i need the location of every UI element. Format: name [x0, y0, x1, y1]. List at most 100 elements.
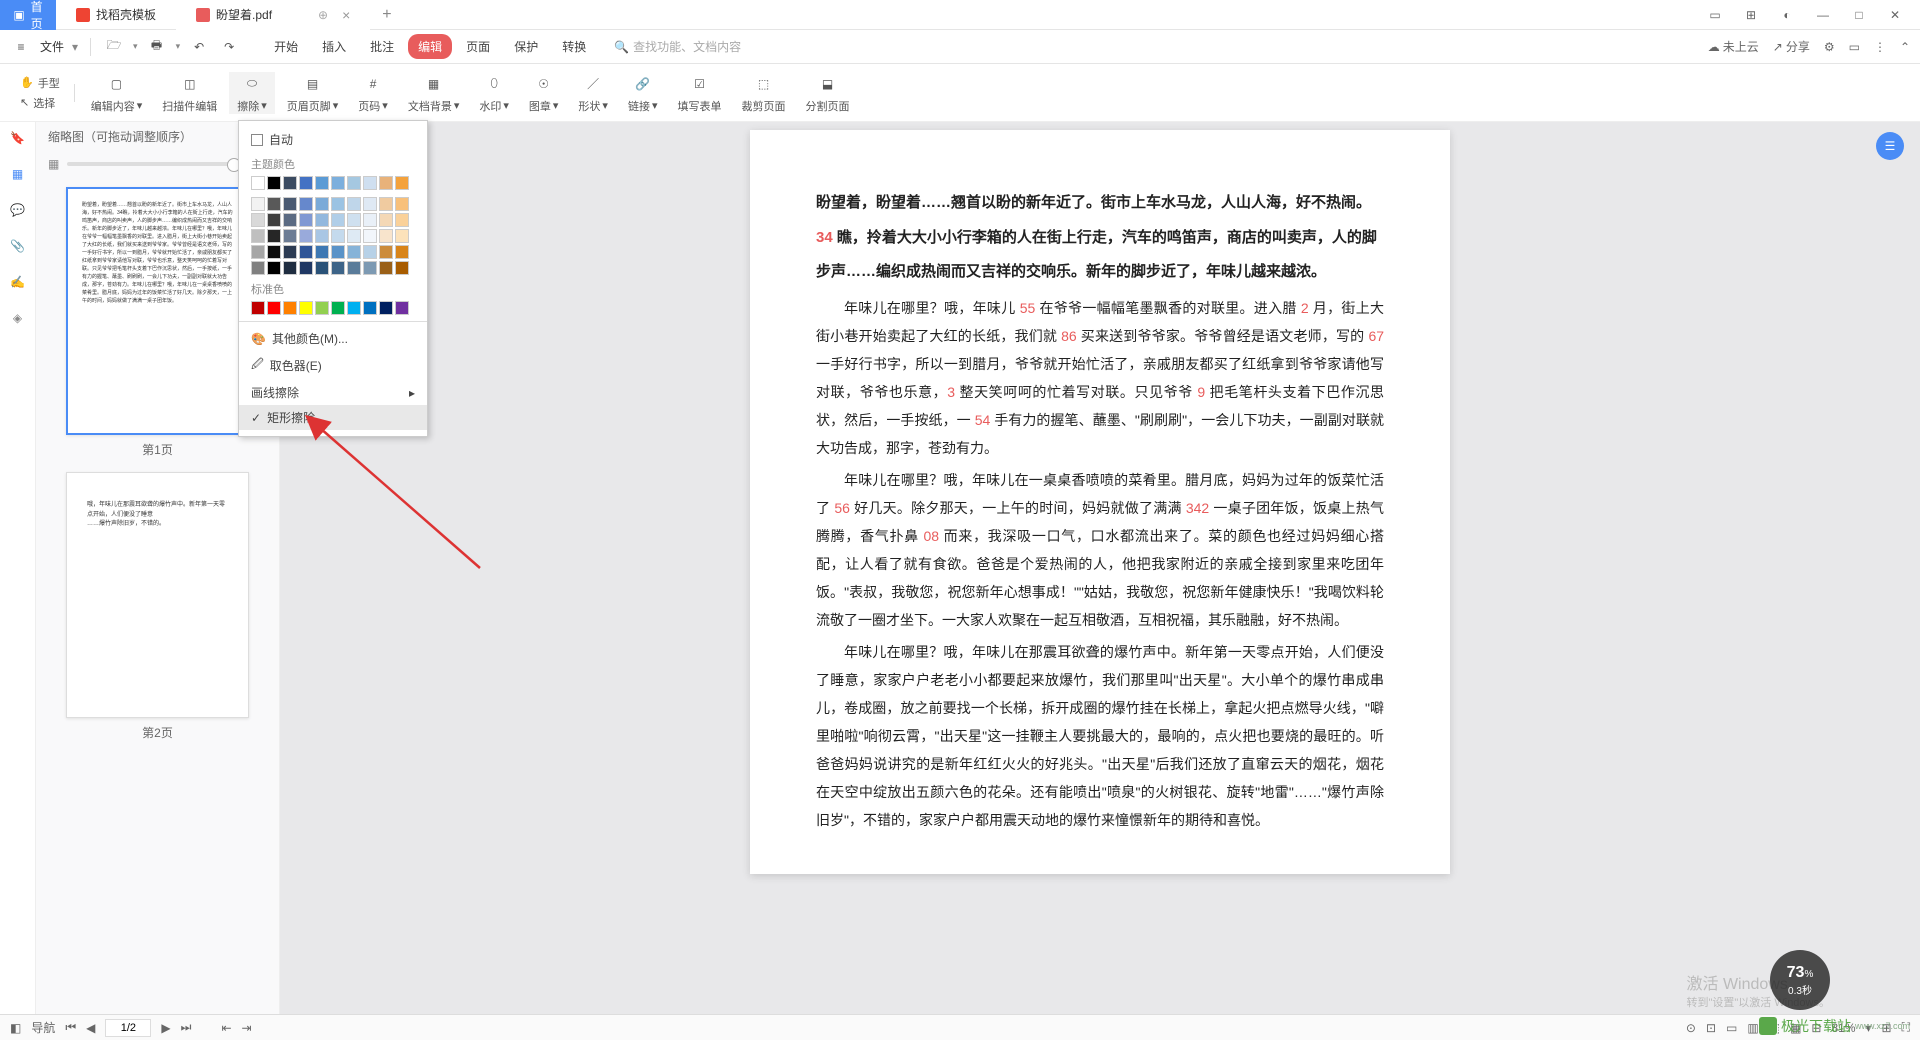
color-swatch[interactable] [363, 261, 377, 275]
color-swatch[interactable] [395, 176, 409, 190]
view-mode-3-icon[interactable]: ▭ [1726, 1021, 1737, 1035]
color-swatch[interactable] [251, 229, 265, 243]
redo-icon[interactable]: ↷ [218, 36, 240, 58]
color-swatch[interactable] [299, 245, 313, 259]
form-button[interactable]: ☑填写表单 [669, 72, 729, 114]
line-erase-option[interactable]: 画线擦除▸ [239, 380, 427, 405]
thumbnail-1[interactable]: 盼望着，盼望着……翘首以盼的新年近了。街市上车水马龙，人山人海，好不热闹。34瞧… [66, 187, 249, 458]
color-swatch[interactable] [299, 261, 313, 275]
color-swatch[interactable] [315, 197, 329, 211]
first-page-icon[interactable]: ⏮ [65, 1020, 76, 1035]
color-swatch[interactable] [395, 229, 409, 243]
color-swatch[interactable] [315, 261, 329, 275]
tab-edit[interactable]: 编辑 [408, 34, 452, 59]
auto-option[interactable]: 自动 [239, 127, 427, 152]
color-swatch[interactable] [363, 213, 377, 227]
color-swatch[interactable] [395, 245, 409, 259]
search-box[interactable]: 🔍查找功能、文档内容 [614, 38, 741, 55]
erase-button[interactable]: ⬭擦除▾ [229, 72, 275, 114]
view-mode-4-icon[interactable]: ▥ [1747, 1021, 1758, 1035]
comment-icon[interactable]: 💬 [8, 200, 28, 220]
cloud-status[interactable]: ☁未上云 [1708, 38, 1759, 55]
color-swatch[interactable] [379, 176, 393, 190]
tab-annotate[interactable]: 批注 [360, 34, 404, 59]
fit-width-icon[interactable]: ⇤ [221, 1021, 231, 1035]
edit-content-button[interactable]: ▢编辑内容▾ [83, 72, 151, 114]
attachment-icon[interactable]: 📎 [8, 236, 28, 256]
nav-toggle-icon[interactable]: ◧ [10, 1021, 21, 1035]
color-swatch[interactable] [267, 245, 281, 259]
color-swatch[interactable] [299, 301, 313, 315]
color-swatch[interactable] [331, 229, 345, 243]
color-swatch[interactable] [347, 213, 361, 227]
monitor-icon[interactable]: ▭ [1849, 40, 1860, 54]
crop-button[interactable]: ⬚裁剪页面 [733, 72, 793, 114]
view-mode-2-icon[interactable]: ⊡ [1706, 1021, 1716, 1035]
chevron-down-icon[interactable]: ▾ [176, 41, 181, 52]
color-swatch[interactable] [395, 213, 409, 227]
color-swatch[interactable] [283, 245, 297, 259]
color-swatch[interactable] [331, 176, 345, 190]
thumb-grid-icon[interactable]: ▦ [48, 157, 59, 171]
tab-insert[interactable]: 插入 [312, 34, 356, 59]
file-menu[interactable]: 文件 [40, 38, 64, 55]
color-swatch[interactable] [347, 301, 361, 315]
tab-document[interactable]: 盼望着.pdf⊕× [176, 0, 370, 30]
color-swatch[interactable] [267, 229, 281, 243]
hand-tool[interactable]: ✋手型 [20, 75, 60, 91]
color-swatch[interactable] [363, 176, 377, 190]
stamp-button[interactable]: ☉图章▾ [521, 72, 567, 114]
maximize-icon[interactable]: □ [1846, 8, 1872, 22]
color-swatch[interactable] [283, 213, 297, 227]
color-swatch[interactable] [267, 301, 281, 315]
tab-pin-icon[interactable]: ⊕ [318, 8, 328, 22]
color-swatch[interactable] [379, 229, 393, 243]
color-swatch[interactable] [347, 229, 361, 243]
color-swatch[interactable] [395, 197, 409, 211]
color-swatch[interactable] [379, 301, 393, 315]
color-swatch[interactable] [331, 213, 345, 227]
color-swatch[interactable] [251, 213, 265, 227]
open-icon[interactable]: 🗁 [103, 36, 125, 58]
thumbnail-icon[interactable]: ▦ [8, 164, 28, 184]
select-tool[interactable]: ↖选择 [20, 95, 60, 111]
color-swatch[interactable] [267, 197, 281, 211]
gear-icon[interactable]: ⚙ [1824, 40, 1835, 54]
new-tab-button[interactable]: + [370, 6, 403, 24]
color-swatch[interactable] [251, 176, 265, 190]
color-swatch[interactable] [315, 301, 329, 315]
document-canvas[interactable]: 盼望着，盼望着……翘首以盼的新年近了。街市上车水马龙，人山人海，好不热闹。34 … [280, 122, 1920, 1014]
color-swatch[interactable] [283, 197, 297, 211]
color-picker-option[interactable]: 🖉取色器(E) [239, 351, 427, 380]
background-button[interactable]: ▦文档背景▾ [400, 72, 468, 114]
tab-templates[interactable]: 找稻壳模板 [56, 0, 176, 30]
color-swatch[interactable] [395, 261, 409, 275]
tab-home[interactable]: ▣首页 [0, 0, 56, 30]
color-swatch[interactable] [331, 301, 345, 315]
tab-close-icon[interactable]: × [342, 7, 350, 23]
layout-icon[interactable]: ▭ [1702, 8, 1728, 22]
watermark-button[interactable]: ⬯水印▾ [471, 72, 517, 114]
next-page-icon[interactable]: ▶ [161, 1021, 170, 1035]
more-icon[interactable]: ⋮ [1874, 40, 1886, 54]
color-swatch[interactable] [363, 197, 377, 211]
chevron-down-icon[interactable]: ▾ [133, 41, 138, 52]
tab-convert[interactable]: 转换 [552, 34, 596, 59]
nav-label[interactable]: 导航 [31, 1019, 55, 1036]
color-swatch[interactable] [347, 261, 361, 275]
color-swatch[interactable] [299, 229, 313, 243]
last-page-icon[interactable]: ⏭ [181, 1020, 192, 1035]
split-button[interactable]: ⬓分割页面 [797, 72, 857, 114]
print-icon[interactable]: 🖶 [146, 36, 168, 58]
color-swatch[interactable] [379, 197, 393, 211]
undo-icon[interactable]: ↶ [188, 36, 210, 58]
color-swatch[interactable] [363, 301, 377, 315]
color-swatch[interactable] [331, 245, 345, 259]
tab-page[interactable]: 页面 [456, 34, 500, 59]
scan-edit-button[interactable]: ◫扫描件编辑 [154, 72, 225, 114]
color-swatch[interactable] [267, 176, 281, 190]
bookmark-icon[interactable]: 🔖 [8, 128, 28, 148]
color-swatch[interactable] [363, 245, 377, 259]
header-footer-button[interactable]: ▤页眉页脚▾ [279, 72, 347, 114]
view-mode-1-icon[interactable]: ⊙ [1686, 1021, 1696, 1035]
